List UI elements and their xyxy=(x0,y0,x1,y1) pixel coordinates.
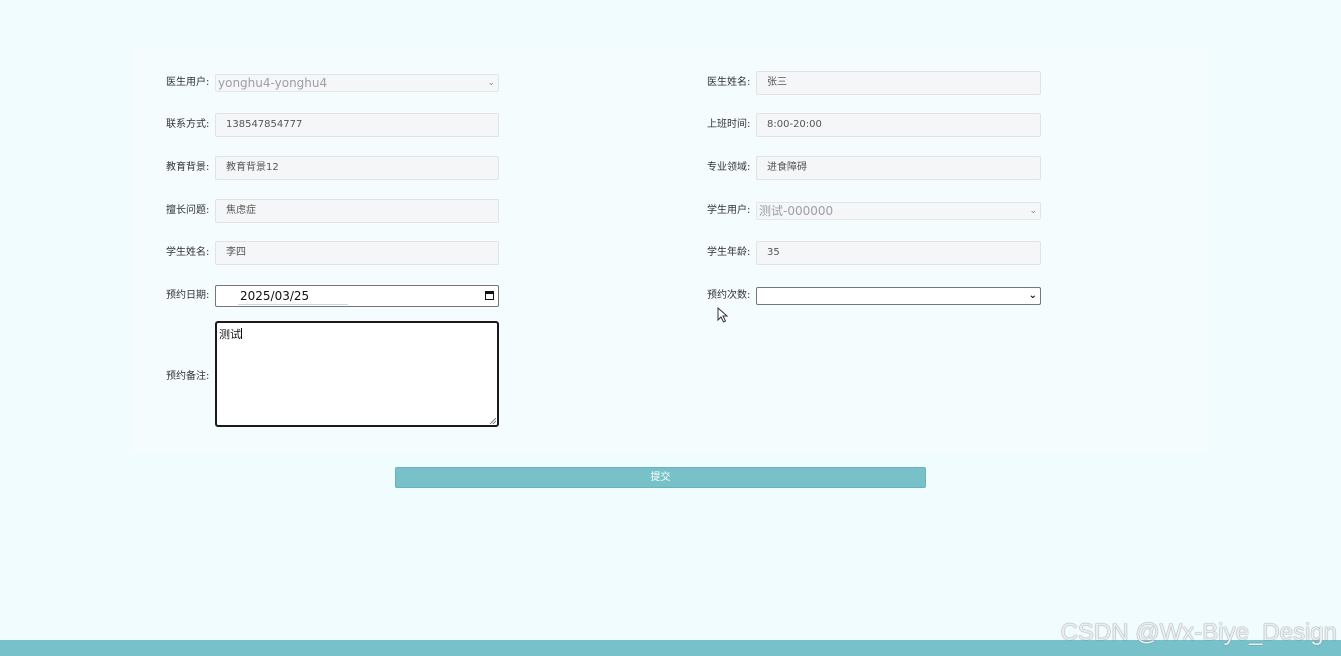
student-name-field[interactable]: 李四 xyxy=(215,241,499,265)
student-name-label: 学生姓名: xyxy=(166,247,210,258)
text-caret xyxy=(241,328,242,339)
appointment-count-select[interactable]: ⌄ xyxy=(756,287,1041,305)
doctor-name-label: 医生姓名: xyxy=(707,77,751,88)
specialty-field[interactable]: 进食障碍 xyxy=(756,156,1041,180)
watermark-text: CSDN @Wx-Biye_Design xyxy=(1060,619,1337,646)
calendar-icon[interactable] xyxy=(485,291,494,300)
doctor-user-label: 医生用户: xyxy=(166,77,210,88)
appointment-date-label: 预约日期: xyxy=(166,290,210,301)
doctor-user-value: yonghu4-yonghu4 xyxy=(218,76,328,90)
resize-grip-icon[interactable] xyxy=(490,418,496,424)
chevron-down-icon: ⌄ xyxy=(1029,206,1037,216)
student-user-value: 测试-000000 xyxy=(759,204,834,218)
student-age-field[interactable]: 35 xyxy=(756,241,1041,265)
student-age-label: 学生年龄: xyxy=(707,247,751,258)
expertise-label: 擅长问题: xyxy=(166,205,210,216)
appointment-date-input[interactable]: 2025/03/25 xyxy=(215,285,499,307)
contact-label: 联系方式: xyxy=(166,119,210,130)
date-field-underline xyxy=(238,304,348,305)
work-time-field[interactable]: 8:00-20:00 xyxy=(756,113,1041,137)
appointment-note-textarea[interactable]: 测试 xyxy=(215,321,499,427)
appointment-note-label: 预约备注: xyxy=(166,371,210,382)
doctor-name-field[interactable]: 张三 xyxy=(756,71,1041,95)
student-user-select[interactable]: 测试-000000 ⌄ xyxy=(756,202,1041,220)
specialty-label: 专业领域: xyxy=(707,162,751,173)
mouse-pointer-icon xyxy=(717,307,729,323)
appointment-date-value: 2025/03/25 xyxy=(240,289,310,303)
appointment-count-label: 预约次数: xyxy=(707,290,751,301)
student-user-label: 学生用户: xyxy=(707,205,751,216)
education-field[interactable]: 教育背景12 xyxy=(215,156,499,180)
submit-button[interactable]: 提交 xyxy=(395,467,926,488)
doctor-user-select[interactable]: yonghu4-yonghu4 ⌄ xyxy=(215,74,499,92)
education-label: 教育背景: xyxy=(166,162,210,173)
chevron-down-icon: ⌄ xyxy=(487,78,495,88)
expertise-field[interactable]: 焦虑症 xyxy=(215,199,499,223)
work-time-label: 上班时间: xyxy=(707,119,751,130)
chevron-down-icon: ⌄ xyxy=(1028,290,1037,301)
appointment-note-value: 测试 xyxy=(219,328,241,341)
contact-field[interactable]: 138547854777 xyxy=(215,113,499,137)
